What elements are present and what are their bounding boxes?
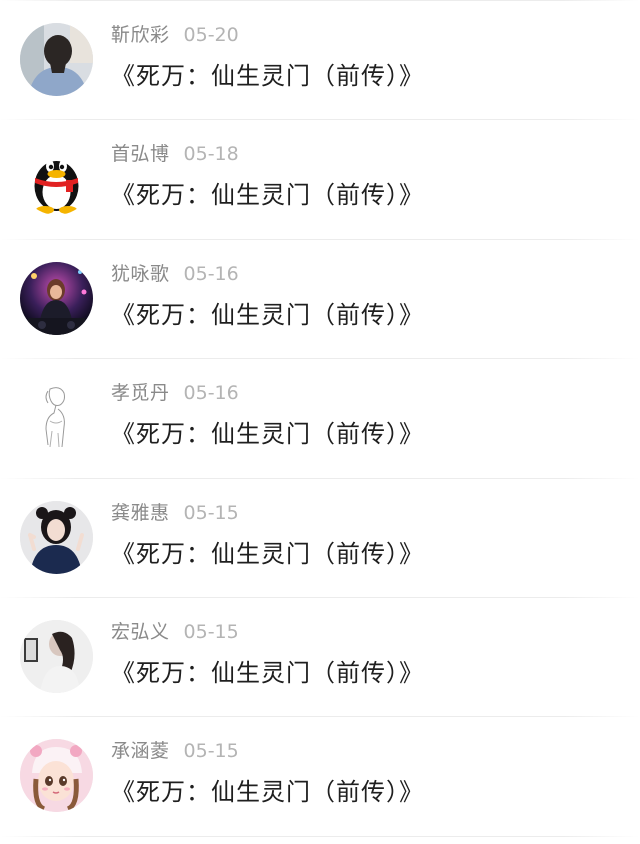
comment-item[interactable]: 靳欣彩 05-20 《死万：仙生灵门（前传）》 [0, 0, 640, 119]
comment-text: 《死万：仙生灵门（前传）》 [111, 778, 424, 806]
commenter-name[interactable]: 靳欣彩 [111, 24, 170, 46]
avatar[interactable] [20, 501, 93, 574]
comment-item[interactable]: 首弘博 05-18 《死万：仙生灵门（前传）》 [0, 119, 640, 238]
commenter-name[interactable]: 宏弘义 [111, 621, 170, 643]
comment-date: 05-15 [183, 621, 239, 643]
comment-text: 《死万：仙生灵门（前传）》 [111, 181, 424, 209]
commenter-name[interactable]: 承涵菱 [111, 740, 170, 762]
avatar[interactable] [20, 381, 93, 454]
commenter-name[interactable]: 孝觅丹 [111, 382, 170, 404]
comment-date: 05-16 [183, 263, 239, 285]
comment-item[interactable]: 龚雅惠 05-15 《死万：仙生灵门（前传）》 [0, 478, 640, 597]
divider [0, 836, 640, 837]
avatar[interactable] [20, 262, 93, 335]
commenter-name[interactable]: 首弘博 [111, 143, 170, 165]
comment-text: 《死万：仙生灵门（前传）》 [111, 62, 424, 90]
comment-date: 05-18 [183, 143, 239, 165]
comment-text: 《死万：仙生灵门（前传）》 [111, 540, 424, 568]
comment-date: 05-15 [183, 740, 239, 762]
comment-item[interactable]: 犹咏歌 05-16 《死万：仙生灵门（前传）》 [0, 239, 640, 358]
comment-item[interactable]: 承涵菱 05-15 《死万：仙生灵门（前传）》 [0, 716, 640, 835]
commenter-name[interactable]: 龚雅惠 [111, 502, 170, 524]
comment-text: 《死万：仙生灵门（前传）》 [111, 420, 424, 448]
comment-date: 05-16 [183, 382, 239, 404]
commenter-name[interactable]: 犹咏歌 [111, 263, 170, 285]
avatar[interactable] [20, 620, 93, 693]
avatar[interactable] [20, 142, 93, 215]
avatar[interactable] [20, 739, 93, 812]
comment-text: 《死万：仙生灵门（前传）》 [111, 659, 424, 687]
comment-date: 05-20 [183, 24, 239, 46]
comment-item[interactable]: 孝觅丹 05-16 《死万：仙生灵门（前传）》 [0, 358, 640, 477]
avatar[interactable] [20, 23, 93, 96]
comment-item[interactable]: 宏弘义 05-15 《死万：仙生灵门（前传）》 [0, 597, 640, 716]
comment-text: 《死万：仙生灵门（前传）》 [111, 301, 424, 329]
comment-date: 05-15 [183, 502, 239, 524]
